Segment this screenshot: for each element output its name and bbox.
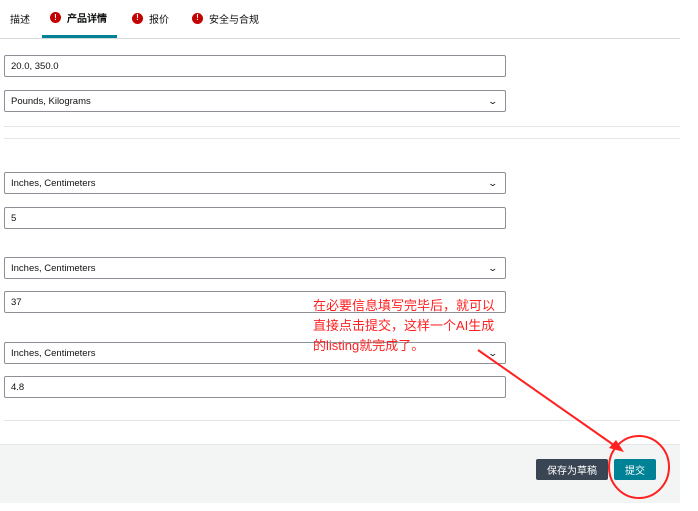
weight-value-input[interactable]: 20.0, 350.0 <box>4 55 506 77</box>
field-value: Inches, Centimeters <box>11 177 96 189</box>
chevron-down-icon: ⌄ <box>487 95 499 106</box>
exclamation-circle-icon: ! <box>132 12 143 24</box>
tab-label: 安全与合规 <box>209 14 259 26</box>
divider <box>4 138 680 139</box>
submit-button[interactable]: 提交 <box>614 459 656 480</box>
width-unit-select[interactable]: Inches, Centimeters ⌄ <box>4 257 506 279</box>
field-value: Inches, Centimeters <box>11 262 96 274</box>
tab-label: 描述 <box>10 14 30 26</box>
length-unit-select[interactable]: Inches, Centimeters ⌄ <box>4 172 506 194</box>
height-value-input[interactable]: 4.8 <box>4 376 506 398</box>
field-value: Pounds, Kilograms <box>11 95 91 107</box>
exclamation-circle-icon: ! <box>50 12 61 23</box>
chevron-down-icon: ⌄ <box>487 177 499 188</box>
tab-product-details[interactable]: ! 产品详情 <box>42 0 117 38</box>
length-value-input[interactable]: 5 <box>4 207 506 229</box>
tab-label: 报价 <box>149 14 169 26</box>
page: 描述 ! 产品详情 ! 报价 ! 安全与合规 20.0, 350.0 Pound… <box>0 0 698 511</box>
annotation-line: 在必要信息填写完毕后，就可以 <box>313 298 496 313</box>
chevron-down-icon: ⌄ <box>487 262 499 273</box>
tab-safety-compliance[interactable]: ! 安全与合规 <box>192 0 259 36</box>
weight-unit-select[interactable]: Pounds, Kilograms ⌄ <box>4 90 506 112</box>
field-value: 4.8 <box>11 381 25 393</box>
annotation-line: 的listing就完成了。 <box>313 338 425 353</box>
annotation-arrow <box>477 349 619 449</box>
field-value: Inches, Centimeters <box>11 347 96 359</box>
annotation-line: 直接点击提交，这样一个AI生成 <box>313 318 495 333</box>
field-value: 20.0, 350.0 <box>11 60 59 72</box>
tab-description[interactable]: 描述 <box>10 0 30 36</box>
field-value: 37 <box>11 296 22 308</box>
tab-pricing[interactable]: ! 报价 <box>132 0 169 36</box>
divider <box>4 420 680 421</box>
divider <box>4 126 680 127</box>
tab-bar: 描述 ! 产品详情 ! 报价 ! 安全与合规 <box>0 0 680 39</box>
save-draft-button[interactable]: 保存为草稿 <box>536 459 608 480</box>
exclamation-circle-icon: ! <box>192 12 203 24</box>
tab-label: 产品详情 <box>67 14 107 25</box>
annotation-note: 在必要信息填写完毕后，就可以 直接点击提交，这样一个AI生成 的listing就… <box>313 296 553 356</box>
field-value: 5 <box>11 212 17 224</box>
